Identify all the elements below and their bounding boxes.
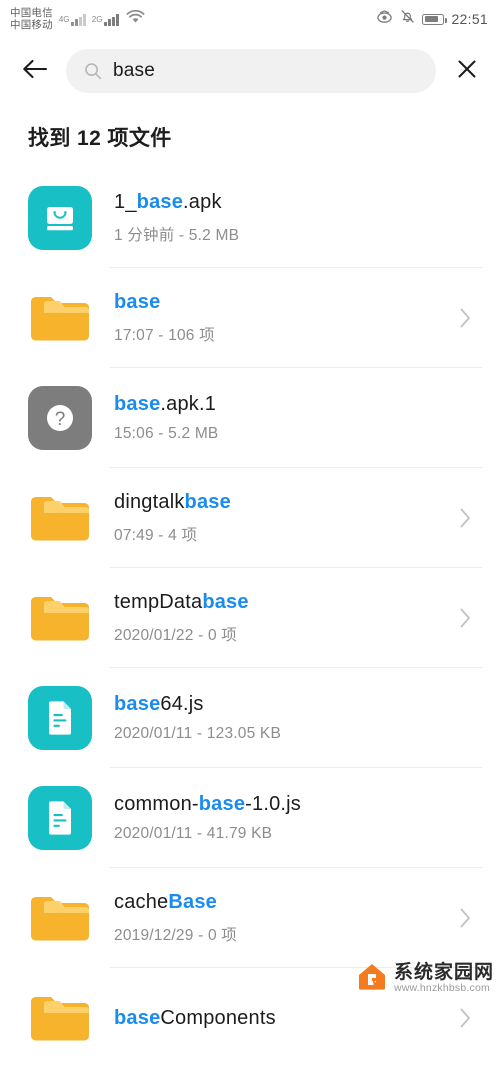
bell-mute-icon — [400, 9, 415, 29]
apk-icon — [28, 186, 92, 250]
list-item-name-match: base — [114, 693, 161, 715]
signal-primary: 4G — [59, 13, 86, 26]
chevron-right-icon[interactable] — [452, 307, 478, 329]
list-item[interactable]: baseComponents — [0, 968, 500, 1068]
list-item-name-prefix: 1_ — [114, 191, 137, 213]
chevron-right-icon[interactable] — [452, 507, 478, 529]
list-item[interactable]: ? base.apk.1 15:06 - 5.2 MB — [0, 368, 500, 468]
list-item-name-suffix: .apk.1 — [160, 393, 217, 415]
search-input[interactable]: base — [66, 49, 436, 93]
list-item-meta: dingtalkbase 07:49 - 4 项 — [114, 491, 452, 545]
network-type-primary: 4G — [58, 14, 70, 24]
list-item-name-match: base — [202, 591, 249, 613]
list-item-name-suffix: 64.js — [160, 693, 204, 715]
list-item-name-match: base — [198, 793, 246, 815]
back-button[interactable] — [18, 54, 52, 88]
carrier-secondary: 中国移动 — [10, 19, 53, 31]
unknown-file-icon: ? — [28, 386, 92, 450]
list-item[interactable]: 1_base.apk 1 分钟前 - 5.2 MB — [0, 168, 500, 268]
list-item-subtitle: 17:07 - 106 项 — [114, 327, 215, 344]
list-item-meta: cacheBase 2019/12/29 - 0 项 — [114, 891, 452, 945]
list-item-name-prefix: tempData — [114, 591, 203, 613]
status-bar-left: 中国电信 中国移动 4G 2G — [10, 7, 145, 31]
list-item-subtitle: 2020/01/11 - 41.79 KB — [114, 825, 273, 842]
search-bar: base — [0, 38, 500, 104]
list-item-name: base64.js — [114, 693, 452, 716]
list-item-name-suffix: -1.0.js — [245, 793, 302, 815]
list-item-meta: base 17:07 - 106 项 — [114, 291, 452, 345]
list-item-name-prefix: cache — [114, 891, 169, 913]
arrow-left-icon — [22, 58, 48, 85]
list-item-name: common-base-1.0.js — [114, 793, 452, 816]
list-item-name-suffix: .apk — [183, 191, 222, 213]
list-item[interactable]: cacheBase 2019/12/29 - 0 项 — [0, 868, 500, 968]
signal-bars-primary-icon — [71, 13, 86, 26]
list-item-name-match: base — [114, 291, 161, 313]
eye-comfort-icon — [376, 9, 393, 29]
battery-icon — [422, 13, 447, 25]
status-bar: 中国电信 中国移动 4G 2G 22:51 — [0, 0, 500, 38]
list-item-name: base — [114, 291, 452, 314]
list-item-name: cacheBase — [114, 891, 452, 914]
list-item-meta: tempDatabase 2020/01/22 - 0 项 — [114, 591, 452, 645]
status-bar-right: 22:51 — [376, 9, 488, 29]
signal-bars-secondary-icon — [104, 13, 119, 26]
chevron-right-icon[interactable] — [452, 607, 478, 629]
list-item-name: base.apk.1 — [114, 393, 452, 416]
list-item-subtitle: 2019/12/29 - 0 项 — [114, 927, 237, 944]
search-query-text: base — [113, 60, 156, 81]
close-icon — [455, 57, 479, 86]
list-item-meta: common-base-1.0.js 2020/01/11 - 41.79 KB — [114, 793, 452, 843]
result-count-heading: 找到 12 项文件 — [28, 127, 172, 150]
list-item[interactable]: tempDatabase 2020/01/22 - 0 项 — [0, 568, 500, 668]
list-item[interactable]: dingtalkbase 07:49 - 4 项 — [0, 468, 500, 568]
list-item-subtitle: 1 分钟前 - 5.2 MB — [114, 227, 240, 244]
list-item[interactable]: base 17:07 - 106 项 — [0, 268, 500, 368]
list-item-name-match: base — [114, 1006, 161, 1029]
list-item-name: 1_base.apk — [114, 191, 452, 214]
list-item-subtitle: 2020/01/11 - 123.05 KB — [114, 725, 281, 742]
folder-icon — [28, 986, 92, 1050]
svg-text:?: ? — [55, 409, 66, 430]
list-item-subtitle: 2020/01/22 - 0 项 — [114, 627, 237, 644]
list-item[interactable]: common-base-1.0.js 2020/01/11 - 41.79 KB — [0, 768, 500, 868]
list-item-meta: 1_base.apk 1 分钟前 - 5.2 MB — [114, 191, 452, 245]
folder-icon — [28, 486, 92, 550]
list-item-name-prefix: common- — [114, 793, 199, 815]
folder-icon — [28, 286, 92, 350]
search-result-list: 1_base.apk 1 分钟前 - 5.2 MB base 17:07 - 106 … — [0, 168, 500, 1068]
carrier-labels: 中国电信 中国移动 — [10, 7, 53, 31]
list-item-subtitle: 07:49 - 4 项 — [114, 527, 198, 544]
list-item[interactable]: base64.js 2020/01/11 - 123.05 KB — [0, 668, 500, 768]
list-item-name: tempDatabase — [114, 591, 452, 614]
chevron-right-icon[interactable] — [452, 1007, 478, 1029]
js-file-icon — [28, 786, 92, 850]
chevron-right-icon[interactable] — [452, 907, 478, 929]
carrier-primary: 中国电信 — [10, 7, 53, 19]
folder-icon — [28, 886, 92, 950]
list-item-name: dingtalkbase — [114, 491, 452, 514]
list-item-name-match: base — [184, 491, 231, 513]
list-item-name-match: base — [114, 393, 161, 415]
list-item-subtitle: 15:06 - 5.2 MB — [114, 425, 219, 442]
list-item-name: baseComponents — [114, 1007, 452, 1030]
folder-icon — [28, 586, 92, 650]
list-item-meta: base.apk.1 15:06 - 5.2 MB — [114, 393, 452, 443]
search-icon — [84, 62, 102, 80]
clear-search-button[interactable] — [450, 54, 484, 88]
list-item-name-suffix: Components — [160, 1006, 276, 1029]
wifi-icon — [126, 9, 145, 29]
list-item-meta: baseComponents — [114, 1007, 452, 1030]
status-bar-clock: 22:51 — [451, 11, 488, 27]
signal-secondary: 2G — [92, 13, 119, 26]
list-item-meta: base64.js 2020/01/11 - 123.05 KB — [114, 693, 452, 743]
js-file-icon — [28, 686, 92, 750]
list-item-name-match: base — [136, 191, 184, 213]
list-item-name-prefix: dingtalk — [114, 491, 185, 513]
network-type-secondary: 2G — [91, 14, 103, 24]
list-item-name-match: Base — [168, 891, 217, 913]
